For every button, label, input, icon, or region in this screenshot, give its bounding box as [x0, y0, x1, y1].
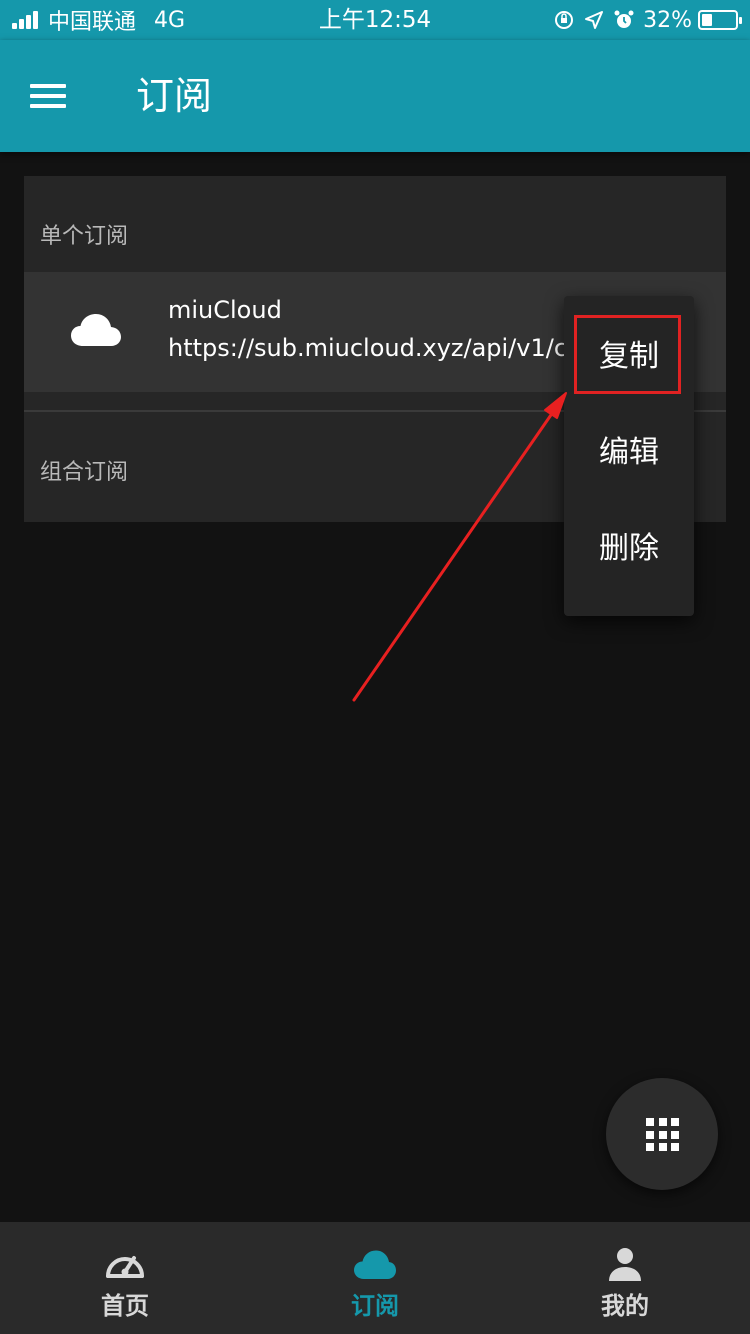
person-icon: [609, 1248, 641, 1281]
battery-icon: [698, 10, 742, 30]
cloud-icon: [354, 1250, 396, 1279]
nav-item-subscription[interactable]: 订阅: [250, 1222, 500, 1334]
nav-item-home[interactable]: 首页: [0, 1222, 250, 1334]
edit-menu-item[interactable]: 编辑: [564, 414, 694, 492]
delete-menu-item[interactable]: 删除: [564, 510, 694, 588]
battery-fill: [702, 14, 712, 26]
nav-item-me[interactable]: 我的: [500, 1222, 750, 1334]
nav-label-subscription: 订阅: [351, 1292, 399, 1320]
status-bar: 中国联通 4G 上午12:54 32%: [0, 0, 750, 40]
status-right: 32%: [545, 0, 742, 40]
rotation-lock-icon: [553, 9, 575, 31]
nav-label-me: 我的: [601, 1292, 649, 1320]
subscription-url: https://sub.miucloud.xyz/api/v1/c: [168, 334, 568, 362]
nav-label-home: 首页: [101, 1292, 149, 1320]
section-label-combo: 组合订阅: [40, 460, 129, 485]
speedometer-icon: [106, 1256, 144, 1278]
bottom-nav: 首页 订阅 我的: [0, 1222, 750, 1334]
context-menu: 复制 编辑 删除: [564, 296, 694, 616]
battery-percent: 32%: [643, 7, 692, 33]
page-title: 订阅: [136, 74, 213, 118]
app-bar: 订阅: [0, 40, 750, 152]
section-label-single: 单个订阅: [40, 224, 129, 249]
copy-menu-item[interactable]: 复制: [564, 318, 694, 396]
subscription-name: miuCloud: [168, 296, 282, 324]
cloud-icon: [71, 314, 121, 346]
grid-icon: [646, 1118, 679, 1151]
grid-fab-button[interactable]: [606, 1078, 718, 1190]
hamburger-menu-icon[interactable]: [28, 78, 68, 112]
alarm-icon: [613, 9, 635, 31]
location-icon: [583, 9, 605, 31]
